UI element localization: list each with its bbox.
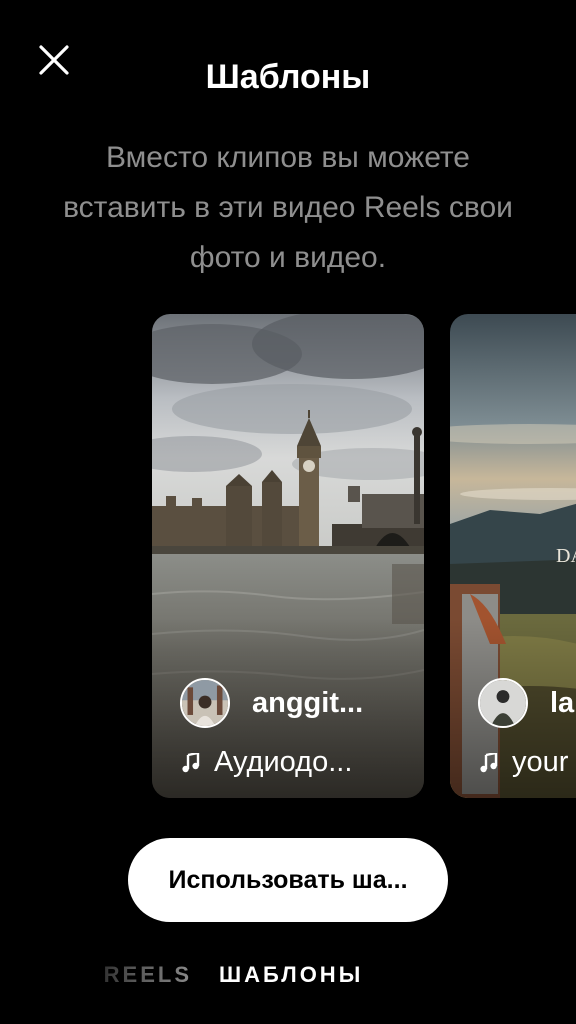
audio-label: Аудиодо... [214,746,353,778]
tab-templates[interactable]: ШАБЛОНЫ [219,962,363,988]
avatar [478,678,528,728]
author-name: anggit... [252,686,364,719]
page-title: Шаблоны [205,58,371,96]
music-note-icon [480,752,498,772]
template-audio[interactable]: Аудиодо... [182,746,352,779]
use-template-button[interactable]: Использовать ша... [128,838,448,922]
intro-text: Вместо клипов вы можете вставить в эти в… [63,141,513,274]
tab-reels[interactable]: REELS [60,962,192,988]
template-audio[interactable]: your [480,746,568,779]
template-author[interactable]: la [478,678,574,728]
template-card[interactable]: anggit... Аудиодо... [152,314,424,798]
audio-label: your [512,746,569,778]
author-name: la [550,686,575,719]
bottom-tabs: REELS ШАБЛОНЫ [0,962,576,994]
templates-carousel[interactable]: anggit... Аудиодо... D la your [0,314,576,800]
music-note-icon [182,752,200,772]
template-card[interactable]: DA la your [450,314,576,798]
avatar [180,678,230,728]
template-author[interactable]: anggit... [180,678,363,728]
svg-text:DA: DA [556,545,576,567]
